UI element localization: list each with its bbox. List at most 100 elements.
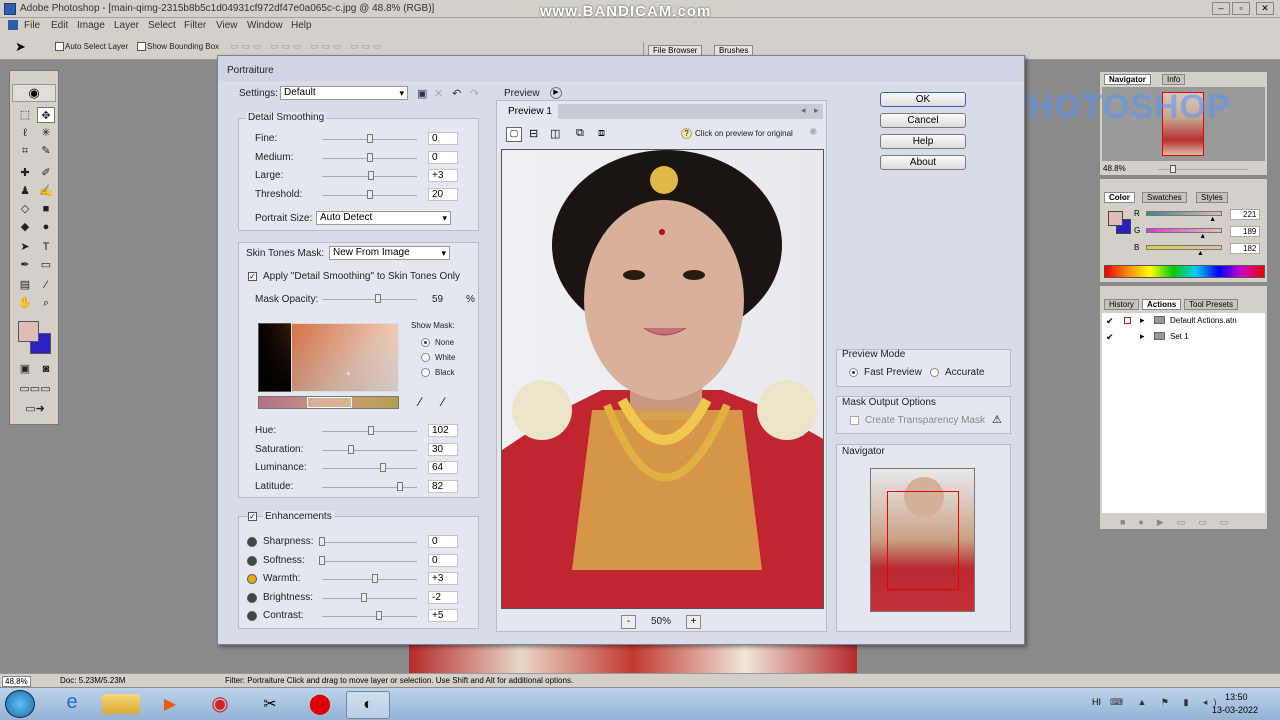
clock-date[interactable]: 13-03-2022: [1212, 705, 1258, 715]
file-explorer-icon[interactable]: [102, 694, 140, 714]
new-preview-icon[interactable]: ⧉: [576, 127, 584, 140]
eraser-tool-icon[interactable]: ◇: [16, 201, 34, 217]
accurate-radio[interactable]: [930, 368, 939, 377]
fast-preview-radio[interactable]: [849, 368, 858, 377]
dialog-toggle-icon[interactable]: [1124, 317, 1131, 324]
color-channel-value[interactable]: 182: [1230, 243, 1260, 254]
menu-window[interactable]: Window: [247, 20, 283, 31]
split-vertical-icon[interactable]: ◫: [550, 127, 560, 140]
standard-mode-icon[interactable]: ▣: [16, 361, 34, 377]
lasso-tool-icon[interactable]: ℓ: [16, 125, 34, 141]
stamp-tool-icon[interactable]: ♟: [16, 183, 34, 199]
eyedropper-plus-icon[interactable]: ⁄: [442, 395, 444, 409]
type-tool-icon[interactable]: T: [37, 239, 55, 255]
media-player-icon[interactable]: ▶: [148, 691, 192, 719]
show-mask-white-radio[interactable]: [421, 353, 430, 362]
move-tool-icon[interactable]: ➤: [15, 39, 26, 55]
magic-wand-icon[interactable]: ✳: [37, 125, 55, 141]
language-indicator[interactable]: HI: [1092, 697, 1101, 707]
check-icon[interactable]: ✔: [1106, 316, 1114, 327]
color-channel-value[interactable]: 221: [1230, 209, 1260, 220]
expand-icon[interactable]: ▸: [1140, 315, 1145, 326]
detail-row-value[interactable]: 0: [428, 132, 458, 145]
menu-select[interactable]: Select: [148, 20, 176, 31]
minimize-icon[interactable]: –: [1212, 2, 1230, 15]
detail-row-slider[interactable]: [366, 134, 373, 143]
color-channel-ramp[interactable]: [1146, 245, 1222, 250]
hand-tool-icon[interactable]: ✋: [16, 295, 34, 311]
menu-help[interactable]: Help: [291, 20, 312, 31]
portrait-size-dropdown[interactable]: Auto Detect: [316, 211, 451, 225]
save-icon[interactable]: ▣: [417, 87, 427, 100]
create-mask-checkbox[interactable]: [850, 416, 859, 425]
settings-dropdown[interactable]: Default: [280, 86, 408, 100]
expand-icon[interactable]: ▸: [1140, 331, 1145, 342]
help-button[interactable]: Help: [880, 134, 966, 149]
show-mask-none-radio[interactable]: [421, 338, 430, 347]
skin-mask-dropdown[interactable]: New From Image: [329, 246, 450, 260]
menu-image[interactable]: Image: [77, 20, 105, 31]
check-icon[interactable]: ✔: [1106, 332, 1114, 343]
enhancement-row-value[interactable]: -2: [428, 590, 458, 604]
shape-tool-icon[interactable]: ▭: [37, 257, 55, 273]
undo-icon[interactable]: ↶: [452, 87, 461, 100]
bandicam-icon[interactable]: ⬤: [298, 691, 342, 719]
mask-opacity-slider[interactable]: [375, 294, 382, 303]
slice-tool-icon[interactable]: ✎: [37, 143, 55, 159]
status-zoom[interactable]: 48.8%: [2, 676, 31, 687]
menu-view[interactable]: View: [216, 20, 238, 31]
next-tab-icon[interactable]: ▸: [814, 105, 819, 116]
menu-file[interactable]: File: [24, 20, 40, 31]
marquee-tool-icon[interactable]: ⬚: [16, 107, 34, 123]
path-select-icon[interactable]: ➤: [16, 239, 34, 255]
ok-button[interactable]: OK: [880, 92, 966, 107]
enhancement-row-slider[interactable]: [376, 611, 382, 620]
enhancement-row-slider[interactable]: [319, 555, 325, 565]
skin-row-value[interactable]: 64: [428, 461, 458, 474]
detail-row-slider[interactable]: [366, 189, 373, 199]
gradient-tool-icon[interactable]: ■: [37, 201, 55, 217]
color-foreground[interactable]: [1108, 211, 1123, 226]
menu-filter[interactable]: Filter: [184, 20, 206, 31]
copy-preview-icon[interactable]: ⧈: [598, 127, 605, 140]
redo-icon[interactable]: ↷: [470, 87, 479, 100]
apply-skin-checkbox[interactable]: ✓: [248, 272, 257, 281]
cancel-button[interactable]: Cancel: [880, 113, 966, 128]
navigator-zoom[interactable]: 48.8%: [1103, 164, 1126, 173]
zoom-out-button[interactable]: -: [621, 615, 636, 629]
detail-row-value[interactable]: +3: [428, 169, 458, 182]
maximize-icon[interactable]: ▫: [1232, 2, 1250, 15]
screen-mode-icons[interactable]: ▭▭▭: [14, 381, 56, 397]
history-brush-icon[interactable]: ✍: [37, 183, 55, 199]
close-icon[interactable]: ✕: [1256, 2, 1274, 15]
action-buttons[interactable]: ■●▶▭▭▭: [1120, 517, 1241, 528]
internet-explorer-icon[interactable]: e: [50, 691, 94, 719]
action-set-default[interactable]: Default Actions.atn: [1170, 316, 1237, 325]
tab-history[interactable]: History: [1104, 299, 1139, 310]
dialog-navigator-viewbox[interactable]: [887, 491, 959, 590]
color-ramp[interactable]: [1104, 265, 1265, 278]
skin-row-value[interactable]: 30: [428, 442, 458, 456]
pen-tool-icon[interactable]: ✒: [16, 257, 34, 273]
start-button-icon[interactable]: [5, 690, 35, 718]
skin-range-box[interactable]: [291, 323, 399, 392]
skin-row-slider[interactable]: [347, 444, 354, 454]
tab-actions[interactable]: Actions: [1142, 299, 1182, 310]
detail-row-slider[interactable]: [366, 152, 373, 162]
skin-row-value[interactable]: 102: [428, 424, 458, 437]
prev-tab-icon[interactable]: ◂: [801, 105, 806, 116]
mask-opacity-value[interactable]: 59: [432, 294, 443, 305]
enhancements-checkbox[interactable]: ✓: [248, 512, 257, 521]
enhancement-row-slider[interactable]: [372, 574, 379, 583]
enhancement-row-value[interactable]: 0: [428, 535, 458, 548]
adobe-online-icon[interactable]: ◉: [12, 84, 56, 102]
tab-color[interactable]: Color: [1104, 192, 1135, 203]
detail-row-value[interactable]: 0: [428, 150, 458, 164]
skin-row-slider[interactable]: [396, 481, 403, 491]
document-canvas[interactable]: [409, 645, 857, 673]
auto-select-checkbox[interactable]: [55, 42, 64, 51]
menu-edit[interactable]: Edit: [51, 20, 68, 31]
enhancement-row-value[interactable]: 0: [428, 553, 458, 567]
skin-row-value[interactable]: 82: [428, 479, 458, 493]
tab-swatches[interactable]: Swatches: [1142, 192, 1187, 203]
